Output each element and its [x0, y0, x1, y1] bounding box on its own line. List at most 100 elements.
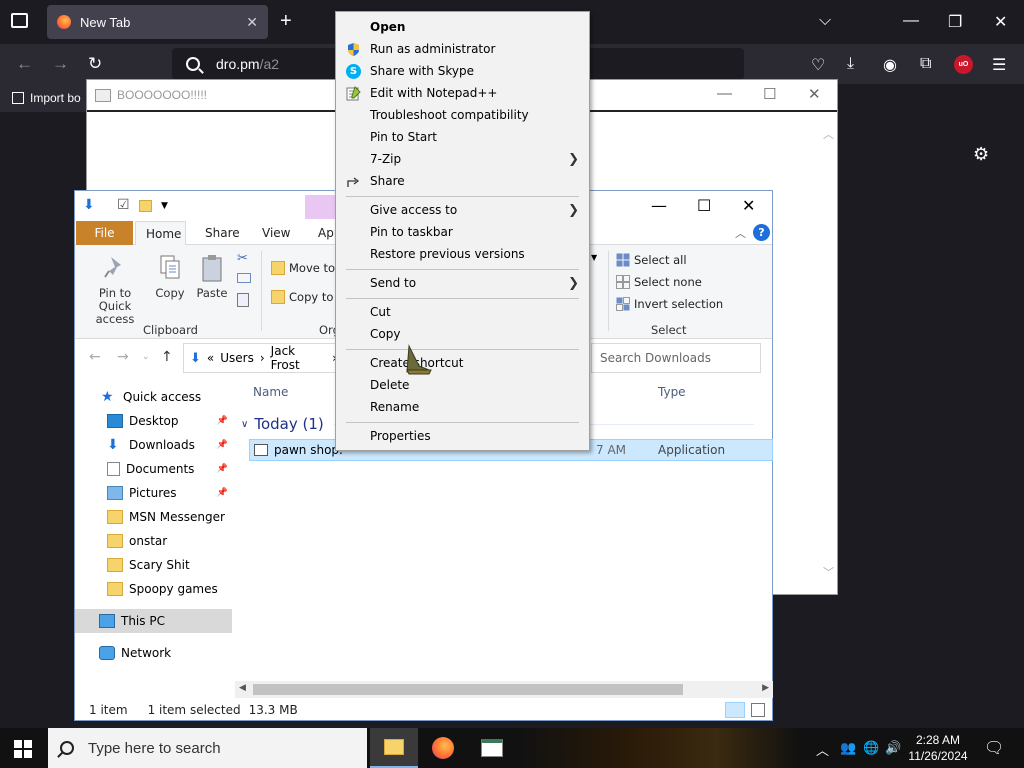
breadcrumb-jack-frost[interactable]: Jack Frost [271, 344, 327, 372]
horizontal-scrollbar[interactable]: ◀ ▶ [235, 681, 773, 698]
ublock-origin-icon[interactable]: uO [954, 55, 973, 74]
tree-onstar[interactable]: onstar [75, 529, 232, 553]
menu-item-run-as-administrator[interactable]: Run as administrator [336, 38, 589, 60]
large-icons-view-icon[interactable] [751, 703, 765, 717]
extensions-icon[interactable]: ⧉ [920, 55, 931, 73]
tree-network[interactable]: Network [75, 641, 232, 665]
breadcrumb-users[interactable]: Users [220, 351, 254, 365]
menu-item-properties[interactable]: Properties [336, 425, 589, 447]
menu-item-pin-to-start[interactable]: Pin to Start [336, 126, 589, 148]
up-arrow-icon[interactable]: ↑ [161, 349, 173, 365]
breadcrumb-separator[interactable]: › [260, 351, 265, 365]
pocket-icon[interactable]: ♡ [811, 55, 825, 75]
tree-scary-shit[interactable]: Scary Shit [75, 553, 232, 577]
new-folder-icon[interactable] [139, 200, 153, 213]
reload-button[interactable]: ↻ [88, 54, 102, 74]
menu-icon[interactable]: ☰ [992, 55, 1006, 75]
menu-item-pin-to-taskbar[interactable]: Pin to taskbar [336, 221, 589, 243]
explorer-minimize-button[interactable]: — [651, 196, 667, 215]
copy-button[interactable]: Copy [153, 253, 187, 300]
show-hidden-icons-icon[interactable]: ︿ [816, 740, 829, 759]
copy-to-button[interactable]: Copy to ▼ [271, 290, 344, 304]
back-arrow-icon[interactable]: ← [89, 349, 101, 365]
minimize-button[interactable]: — [903, 12, 919, 30]
search-downloads-input[interactable]: Search Downloads [591, 343, 761, 373]
windows-start-icon[interactable] [14, 740, 32, 758]
system-clock[interactable]: 2:28 AM 11/26/2024 [904, 732, 972, 764]
taskbar-file-explorer[interactable] [370, 728, 418, 768]
popup-maximize-button[interactable]: ☐ [763, 85, 776, 103]
downloads-icon[interactable]: ⤓ [847, 55, 854, 73]
customize-toolbar-icon[interactable]: ▼ [161, 201, 168, 211]
menu-item-restore-previous-versions[interactable]: Restore previous versions [336, 243, 589, 265]
scroll-right-icon[interactable]: ▶ [762, 683, 769, 693]
column-type[interactable]: Type [658, 385, 686, 399]
scroll-left-icon[interactable]: ◀ [239, 683, 246, 693]
tab-home[interactable]: Home [135, 221, 186, 246]
scroll-down-icon[interactable]: ﹀ [823, 564, 834, 580]
paste-shortcut-icon[interactable] [237, 293, 249, 307]
restore-button[interactable]: ❐ [948, 12, 962, 32]
new-tab-button[interactable]: + [280, 10, 292, 32]
tree-quick-access[interactable]: ★ Quick access [75, 385, 232, 409]
menu-item-delete[interactable]: Delete [336, 374, 589, 396]
people-icon[interactable]: 👥 [840, 740, 856, 756]
back-button[interactable]: ← [16, 54, 33, 74]
help-icon[interactable]: ? [753, 224, 770, 241]
menu-item-7-zip[interactable]: 7-Zip ❯ [336, 148, 589, 170]
scissors-icon[interactable]: ✂ [237, 251, 248, 266]
taskbar-firefox[interactable] [419, 728, 467, 768]
taskbar-app-window[interactable] [468, 728, 516, 768]
popup-minimize-button[interactable]: — [717, 85, 732, 102]
pin-quick-access-button[interactable]: Pin to Quick access [81, 253, 149, 326]
menu-item-share[interactable]: Share [336, 170, 589, 192]
recent-locations-icon[interactable]: ⌄ [142, 352, 150, 362]
tab-share[interactable]: Share [195, 221, 250, 245]
close-tab-icon[interactable]: ✕ [246, 14, 258, 31]
paste-button[interactable]: Paste [193, 253, 231, 300]
explorer-close-button[interactable]: ✕ [742, 196, 755, 215]
account-icon[interactable]: ◉ [883, 55, 897, 75]
tree-desktop[interactable]: Desktop 📌 [75, 409, 232, 433]
menu-item-rename[interactable]: Rename [336, 396, 589, 418]
list-all-tabs-icon[interactable] [11, 13, 28, 28]
menu-item-share-with-skype[interactable]: S Share with Skype [336, 60, 589, 82]
properties-icon[interactable]: ☑ [117, 197, 130, 213]
menu-item-open[interactable]: Open [336, 16, 589, 38]
tab-view[interactable]: View [252, 221, 300, 245]
copy-path-icon[interactable] [237, 273, 251, 283]
forward-button[interactable]: → [52, 54, 69, 74]
menu-item-create-shortcut[interactable]: Create shortcut [336, 352, 589, 374]
popup-close-button[interactable]: ✕ [808, 85, 821, 103]
tree-downloads[interactable]: ⬇ Downloads 📌 [75, 433, 232, 457]
tab-file[interactable]: File [76, 221, 133, 245]
details-view-icon[interactable] [725, 702, 745, 718]
taskbar-search-input[interactable]: Type here to search [48, 728, 367, 768]
menu-item-send-to[interactable]: Send to ❯ [336, 272, 589, 294]
dropdown-icon[interactable]: ▼ [591, 253, 597, 262]
tree-pictures[interactable]: Pictures 📌 [75, 481, 232, 505]
select-all-button[interactable]: Select all [616, 253, 687, 267]
tree-this-pc[interactable]: This PC [75, 609, 232, 633]
tree-documents[interactable]: Documents 📌 [75, 457, 232, 481]
notifications-icon[interactable]: 🗨 [984, 738, 1004, 758]
forward-arrow-icon[interactable]: → [117, 349, 129, 365]
tree-spoopy-games[interactable]: Spoopy games [75, 577, 232, 601]
gear-icon[interactable]: ⚙ [973, 144, 989, 165]
scroll-thumb[interactable] [253, 684, 683, 695]
close-window-button[interactable]: ✕ [994, 12, 1007, 32]
menu-item-cut[interactable]: Cut [336, 301, 589, 323]
collapse-ribbon-icon[interactable]: ︿ [735, 225, 746, 241]
column-name[interactable]: Name [253, 385, 288, 399]
chevron-down-icon[interactable]: ⌵ [819, 12, 831, 30]
explorer-maximize-button[interactable]: ☐ [697, 196, 711, 215]
import-bookmarks-link[interactable]: Import bo [30, 91, 81, 105]
browser-tab-new-tab[interactable]: New Tab ✕ [47, 5, 268, 39]
select-none-button[interactable]: Select none [616, 275, 702, 289]
invert-selection-button[interactable]: Invert selection [616, 297, 723, 311]
menu-item-troubleshoot-compatibility[interactable]: Troubleshoot compatibility [336, 104, 589, 126]
breadcrumb-overflow[interactable]: « [207, 351, 214, 365]
address-bar[interactable]: ⬇ « Users › Jack Frost › [183, 343, 338, 373]
volume-icon[interactable]: 🔊 [885, 740, 901, 756]
menu-item-give-access-to[interactable]: Give access to ❯ [336, 199, 589, 221]
